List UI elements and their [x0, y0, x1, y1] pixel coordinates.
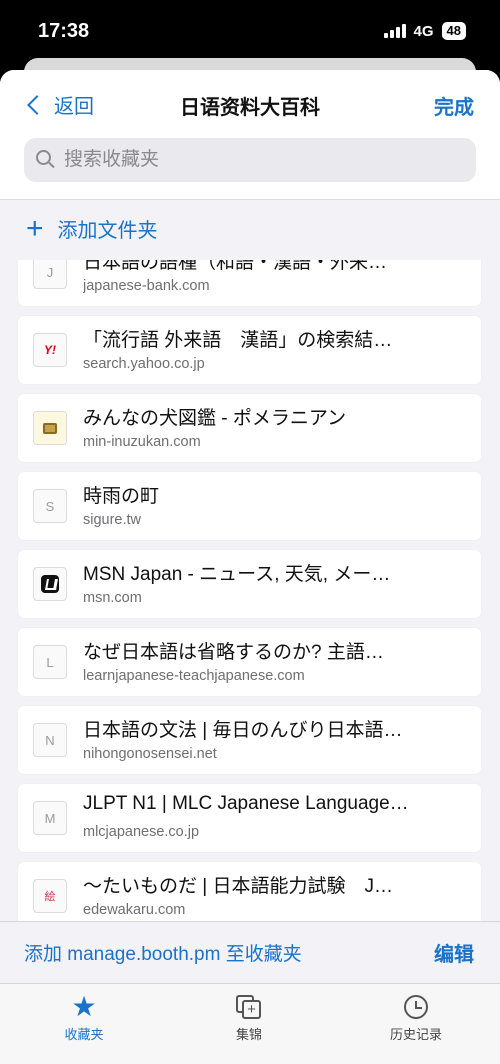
list-item[interactable]: MSN Japan - ニュース, 天気, メー… msn.com	[18, 550, 481, 618]
star-icon: ★	[71, 991, 97, 1022]
favicon-icon: N	[33, 723, 67, 757]
item-title: 日本語の語種（和語・漢語・外来…	[83, 260, 388, 273]
tab-label: 收藏夹	[64, 1027, 104, 1042]
search-input[interactable]	[64, 149, 444, 171]
list-item[interactable]: L なぜ日本語は省略するのか? 主語… learnjapanese-teachj…	[18, 628, 481, 696]
tab-history[interactable]: 历史记录	[366, 990, 466, 1043]
tab-favorites[interactable]: ★ 收藏夹	[34, 990, 134, 1043]
favicon-icon: L	[33, 645, 67, 679]
add-current-page-link[interactable]: 添加 manage.booth.pm 至收藏夹	[24, 939, 302, 966]
item-title: JLPT N1 | MLC Japanese Language…	[83, 793, 409, 814]
favicon-icon: J	[33, 260, 67, 289]
list-item[interactable]: N 日本語の文法 | 毎日のんびり日本語… nihongonosensei.ne…	[18, 706, 481, 774]
signal-icon	[383, 24, 406, 38]
add-bookmark-bar: 添加 manage.booth.pm 至收藏夹 编辑	[0, 921, 500, 983]
item-url: learnjapanese-teachjapanese.com	[83, 668, 305, 684]
page-title: 日语资料大百科	[180, 97, 320, 119]
list-item[interactable]: J 日本語の語種（和語・漢語・外来… japanese-bank.com	[18, 260, 481, 306]
battery-icon: 48	[441, 22, 466, 40]
collections-icon: +	[236, 995, 262, 1019]
dog-favicon-icon	[33, 411, 67, 445]
tab-collections[interactable]: + 集锦	[199, 990, 299, 1043]
tab-bar: ★ 收藏夹 + 集锦 历史记录	[0, 983, 500, 1064]
add-folder-button[interactable]: + 添加文件夹	[26, 211, 158, 245]
item-url: edewakaru.com	[83, 902, 186, 918]
status-indicators: 4G 48	[383, 22, 466, 40]
item-title: なぜ日本語は省略するのか? 主語…	[83, 642, 384, 663]
favicon-icon: M	[33, 801, 67, 835]
list-item[interactable]: みんなの犬図鑑 - ポメラニアン min-inuzukan.com	[18, 394, 481, 462]
network-type: 4G	[413, 22, 434, 40]
item-url: japanese-bank.com	[83, 278, 210, 294]
item-title: 「流行語 外来語 漢語」の検索結…	[83, 330, 393, 351]
nav-header: 返回 日语资料大百科 完成	[0, 70, 500, 200]
done-button[interactable]: 完成	[434, 91, 474, 120]
list-item[interactable]: S 時雨の町 sigure.tw	[18, 472, 481, 540]
status-time: 17:38	[38, 19, 90, 42]
item-url: msn.com	[83, 590, 142, 606]
item-title: 〜たいものだ | 日本語能力試験 J…	[83, 876, 393, 897]
search-icon	[36, 150, 56, 170]
item-url: search.yahoo.co.jp	[83, 356, 205, 372]
tab-label: 集锦	[235, 1027, 262, 1042]
yahoo-favicon-icon: Y!	[33, 333, 67, 367]
item-url: mlcjapanese.co.jp	[83, 824, 200, 840]
tab-label: 历史记录	[389, 1027, 442, 1042]
favicon-icon: 絵	[33, 879, 67, 913]
msn-favicon-icon	[33, 567, 67, 601]
item-title: みんなの犬図鑑 - ポメラニアン	[83, 408, 347, 429]
item-url: min-inuzukan.com	[83, 434, 201, 450]
item-title: 時雨の町	[83, 486, 160, 507]
list-item[interactable]: M JLPT N1 | MLC Japanese Language… mlcja…	[18, 784, 481, 852]
history-icon	[404, 995, 428, 1019]
item-title: 日本語の文法 | 毎日のんびり日本語…	[83, 720, 403, 741]
plus-icon: +	[26, 211, 44, 245]
item-url: sigure.tw	[83, 512, 142, 528]
search-bar[interactable]	[24, 138, 476, 182]
bookmark-list[interactable]: J 日本語の語種（和語・漢語・外来… japanese-bank.com Y! …	[0, 260, 500, 921]
item-url: nihongonosensei.net	[83, 746, 217, 762]
edit-button[interactable]: 编辑	[434, 938, 474, 967]
favorites-sheet: 返回 日语资料大百科 完成 + 添加文件夹 J 日本語の語種（和語・漢語・外来……	[0, 70, 500, 1064]
favicon-icon: S	[33, 489, 67, 523]
item-title: MSN Japan - ニュース, 天気, メー…	[83, 564, 391, 585]
status-bar: 17:38 4G 48	[0, 0, 500, 62]
list-item[interactable]: Y! 「流行語 外来語 漢語」の検索結… search.yahoo.co.jp	[18, 316, 481, 384]
list-item[interactable]: 絵 〜たいものだ | 日本語能力試験 J… edewakaru.com	[18, 862, 481, 921]
add-folder-label: 添加文件夹	[57, 220, 158, 242]
